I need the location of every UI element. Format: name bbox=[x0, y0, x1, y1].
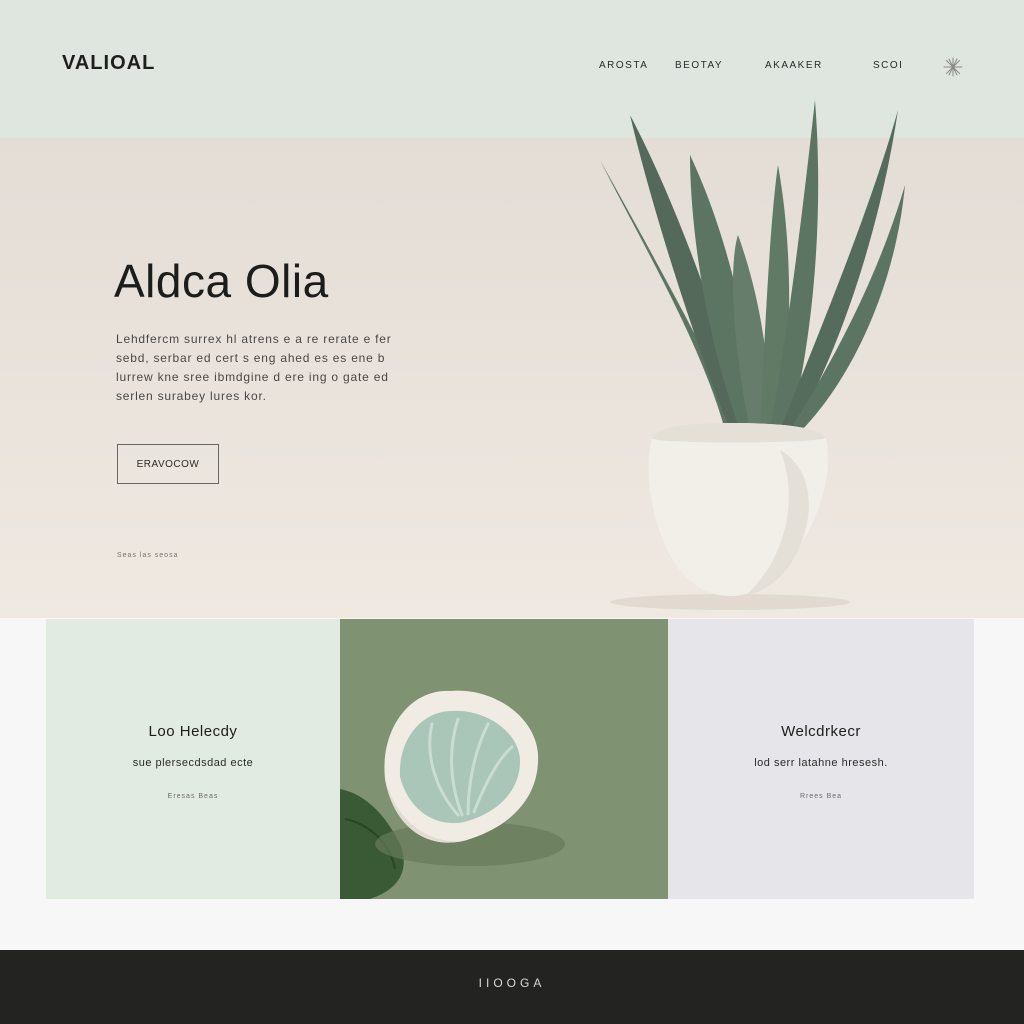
ceramic-dish-image bbox=[340, 690, 565, 899]
feature-card-1[interactable]: Loo Helecdy sue plersecdsdad ecte Eresas… bbox=[46, 619, 340, 899]
nav-item-1[interactable]: AROSTA bbox=[599, 60, 648, 71]
aloe-plant-image bbox=[600, 100, 905, 610]
feature-card-image bbox=[340, 619, 668, 899]
card-title: Loo Helecdy bbox=[148, 723, 238, 740]
sparkle-icon[interactable] bbox=[942, 56, 964, 78]
site-footer: IIOOGA bbox=[0, 950, 1024, 1024]
card-link[interactable]: Rrees Bea bbox=[668, 793, 974, 800]
card-link[interactable]: Eresas Beas bbox=[46, 793, 340, 800]
card-text: lod serr latahne hresesh. bbox=[754, 757, 888, 769]
hero-body-text: Lehdfercm surrex hl atrens e a re rerate… bbox=[116, 332, 392, 403]
hero-cta-button[interactable]: ERAVOCOW bbox=[117, 444, 219, 484]
card-title: Welcdrkecr bbox=[781, 723, 861, 740]
footer-text: IIOOGA bbox=[478, 976, 546, 990]
card-text: sue plersecdsdad ecte bbox=[132, 757, 254, 769]
brand-logo[interactable]: VALIOAL bbox=[62, 52, 155, 75]
feature-card-3[interactable]: Welcdrkecr lod serr latahne hresesh. Rre… bbox=[668, 619, 974, 899]
nav-item-2[interactable]: BEOTAY bbox=[675, 60, 723, 71]
nav-item-3[interactable]: AKAAKER bbox=[765, 60, 823, 71]
nav-item-4[interactable]: SCOI bbox=[873, 60, 903, 71]
hero-meta-text: Seas las seosa bbox=[117, 552, 179, 559]
hero-title: Aldca Olia bbox=[114, 255, 329, 307]
